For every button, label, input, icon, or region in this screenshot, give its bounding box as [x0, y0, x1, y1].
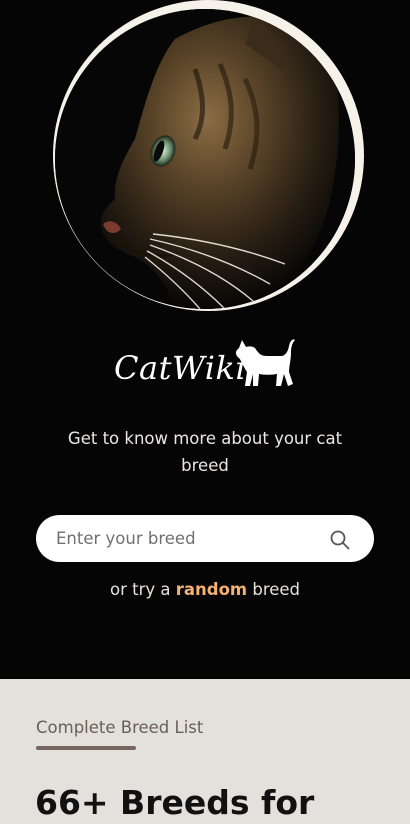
breed-list-section: Complete Breed List 66+ Breeds for	[0, 679, 410, 824]
search-icon[interactable]	[328, 528, 352, 552]
cat-hero-image	[55, 9, 355, 309]
section-label: Complete Breed List	[36, 718, 204, 737]
random-breed-link[interactable]: random	[176, 580, 247, 599]
random-prefix: or try a	[109, 580, 171, 599]
cat-silhouette-icon	[235, 339, 295, 386]
section-underline	[36, 746, 136, 750]
tagline: Get to know more about your cat breed	[67, 429, 343, 475]
search-bar[interactable]	[36, 515, 374, 562]
section-heading: 66+ Breeds for	[35, 783, 315, 822]
logo-text: CatWiki	[114, 349, 247, 387]
random-suffix: breed	[252, 580, 301, 599]
random-breed-line: or try a random breed	[0, 580, 410, 599]
hero-section: CatWiki Get to know more about your cat …	[0, 0, 410, 679]
search-input[interactable]	[56, 515, 326, 562]
logo[interactable]: CatWiki	[0, 334, 410, 396]
